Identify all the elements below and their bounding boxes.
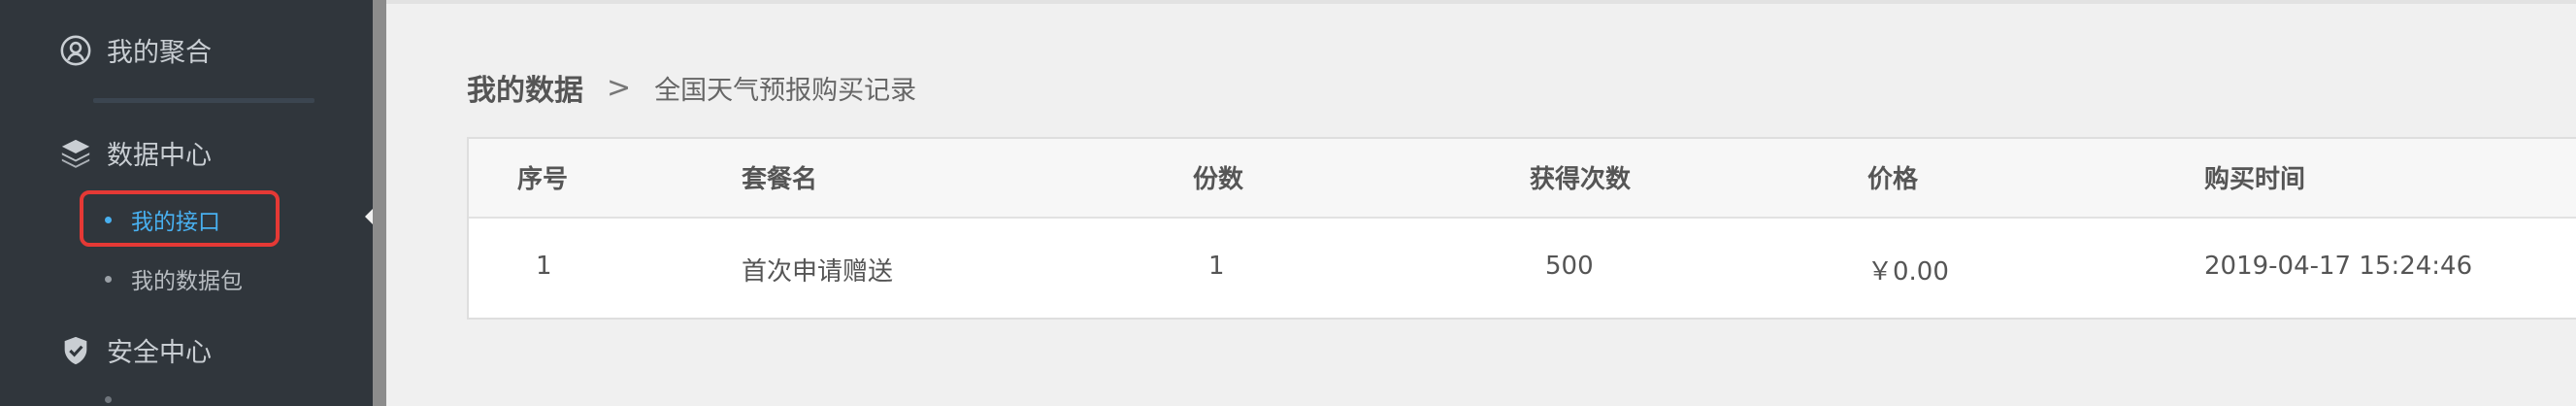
column-header-time: 购买时间 (2204, 165, 2306, 194)
sidebar-item-security[interactable]: 安全中心 (58, 331, 212, 369)
top-divider (386, 0, 2576, 4)
sidebar-subitem-my-data-packages[interactable]: 我的数据包 (105, 262, 243, 295)
column-header-package: 套餐名 (742, 165, 818, 194)
bullet-icon (105, 275, 112, 283)
column-header-price: 价格 (1867, 165, 1919, 194)
breadcrumb-separator: > (607, 70, 632, 105)
column-header-count: 获得次数 (1530, 165, 1632, 194)
sidebar-item-label: 数据中心 (107, 141, 212, 171)
sidebar: 我的聚合 数据中心 我的接口 我的数据包 安全中心 (0, 0, 373, 406)
cell-quantity: 1 (1208, 252, 1225, 281)
cell-price: ￥0.00 (1867, 257, 1949, 287)
table-header-row: 序号 套餐名 份数 获得次数 价格 购买时间 (469, 139, 2576, 219)
cell-count: 500 (1545, 252, 1594, 281)
bullet-icon (105, 396, 112, 403)
sidebar-subitem-partial (105, 396, 131, 403)
shield-check-icon (58, 333, 93, 368)
highlight-box (80, 190, 280, 247)
sidebar-item-label: 安全中心 (107, 338, 212, 368)
breadcrumb-current: 全国天气预报购买记录 (654, 75, 917, 106)
sidebar-item-aggregate[interactable]: 我的聚合 (58, 31, 212, 69)
layers-icon (58, 136, 93, 171)
cell-index: 1 (536, 252, 552, 281)
column-header-index: 序号 (517, 165, 569, 194)
breadcrumb-root[interactable]: 我的数据 (467, 66, 583, 109)
sidebar-item-data-center[interactable]: 数据中心 (58, 134, 212, 172)
sidebar-divider (93, 98, 314, 103)
column-header-quantity: 份数 (1193, 165, 1244, 194)
table-row: 1 首次申请赠送 1 500 ￥0.00 2019-04-17 15:24:46 (469, 219, 2576, 320)
purchase-records-table: 序号 套餐名 份数 获得次数 价格 购买时间 1 首次申请赠送 1 500 ￥0… (467, 137, 2576, 320)
sidebar-subitem-label: 我的数据包 (131, 269, 243, 294)
breadcrumb: 我的数据 > 全国天气预报购买记录 (467, 66, 917, 109)
cell-time: 2019-04-17 15:24:46 (2204, 252, 2473, 281)
cell-package: 首次申请赠送 (742, 257, 894, 287)
sidebar-item-label: 我的聚合 (107, 38, 212, 68)
user-circle-icon (58, 33, 93, 68)
sidebar-scrollbar[interactable] (373, 0, 386, 406)
